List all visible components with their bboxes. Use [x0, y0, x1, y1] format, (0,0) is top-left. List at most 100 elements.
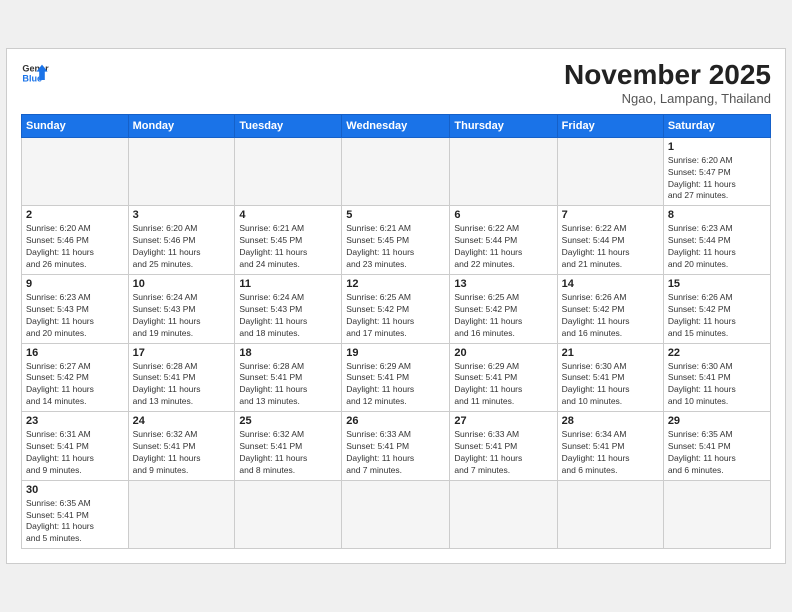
- day-info-2: Sunrise: 6:20 AM Sunset: 5:46 PM Dayligh…: [26, 223, 124, 271]
- calendar-cell-4: [450, 137, 557, 206]
- header: General Blue November 2025 Ngao, Lampang…: [21, 59, 771, 106]
- day-info-6: Sunrise: 6:22 AM Sunset: 5:44 PM Dayligh…: [454, 223, 552, 271]
- calendar-cell-10: 5Sunrise: 6:21 AM Sunset: 5:45 PM Daylig…: [342, 206, 450, 275]
- month-title: November 2025: [564, 59, 771, 91]
- day-number-24: 24: [133, 415, 231, 427]
- calendar-cell-11: 6 Sunrise: 6:22 AM Sunset: 5:44 PM Daylig…: [450, 206, 557, 275]
- day-number-16: 16: [26, 347, 124, 359]
- day-info-16: Sunrise: 6:27 AM Sunset: 5:42 PM Dayligh…: [26, 361, 124, 409]
- calendar-cell-12: 7Sunrise: 6:22 AM Sunset: 5:44 PM Daylig…: [557, 206, 663, 275]
- calendar-row-4: 16 Sunrise: 6:27 AM Sunset: 5:42 PM Dayli…: [22, 343, 771, 412]
- day-info-19: Sunrise: 6:29 AM Sunset: 5:41 PM Dayligh…: [346, 361, 445, 409]
- svg-text:Blue: Blue: [22, 73, 42, 83]
- day-info-30: Sunrise: 6:35 AM Sunset: 5:41 PM Dayligh…: [26, 498, 124, 546]
- day-info-20: Sunrise: 6:29 AM Sunset: 5:41 PM Dayligh…: [454, 361, 552, 409]
- calendar-row-1: 1 Sunrise: 6:20 AM Sunset: 5:47 PM Daylig…: [22, 137, 771, 206]
- calendar-cell-9: 4 Sunrise: 6:21 AM Sunset: 5:45 PM Daylig…: [235, 206, 342, 275]
- calendar-cell-22: 17Sunrise: 6:28 AM Sunset: 5:41 PM Dayli…: [128, 343, 235, 412]
- calendar-cell-33: 28 Sunrise: 6:34 AM Sunset: 5:41 PM Dayli…: [557, 412, 663, 481]
- weekday-header-wednesday: Wednesday: [342, 114, 450, 137]
- weekday-header-monday: Monday: [128, 114, 235, 137]
- calendar-cell-15: 10 Sunrise: 6:24 AM Sunset: 5:43 PM Dayli…: [128, 274, 235, 343]
- calendar-cell-37: [235, 480, 342, 549]
- calendar-cell-41: [663, 480, 770, 549]
- calendar-table: SundayMondayTuesdayWednesdayThursdayFrid…: [21, 114, 771, 549]
- day-number-23: 23: [26, 415, 124, 427]
- calendar-cell-19: 14Sunrise: 6:26 AM Sunset: 5:42 PM Dayli…: [557, 274, 663, 343]
- calendar-cell-16: 11Sunrise: 6:24 AM Sunset: 5:43 PM Dayli…: [235, 274, 342, 343]
- weekday-header-sunday: Sunday: [22, 114, 129, 137]
- calendar-cell-17: 12 Sunrise: 6:25 AM Sunset: 5:42 PM Dayli…: [342, 274, 450, 343]
- location: Ngao, Lampang, Thailand: [564, 91, 771, 106]
- day-number-2: 2: [26, 209, 124, 221]
- day-number-8: 8: [668, 209, 766, 221]
- day-number-28: 28: [562, 415, 659, 427]
- calendar-cell-39: [450, 480, 557, 549]
- day-info-8: Sunrise: 6:23 AM Sunset: 5:44 PM Dayligh…: [668, 223, 766, 271]
- day-info-25: Sunrise: 6:32 AM Sunset: 5:41 PM Dayligh…: [239, 429, 337, 477]
- weekday-header-friday: Friday: [557, 114, 663, 137]
- day-number-15: 15: [668, 278, 766, 290]
- day-info-15: Sunrise: 6:26 AM Sunset: 5:42 PM Dayligh…: [668, 292, 766, 340]
- day-number-6: 6: [454, 209, 552, 221]
- calendar-cell-14: 9Sunrise: 6:23 AM Sunset: 5:43 PM Daylig…: [22, 274, 129, 343]
- day-number-26: 26: [346, 415, 445, 427]
- logo-icon: General Blue: [21, 59, 49, 87]
- calendar-cell-25: 20 Sunrise: 6:29 AM Sunset: 5:41 PM Dayli…: [450, 343, 557, 412]
- calendar-cell-5: [557, 137, 663, 206]
- day-info-21: Sunrise: 6:30 AM Sunset: 5:41 PM Dayligh…: [562, 361, 659, 409]
- day-info-23: Sunrise: 6:31 AM Sunset: 5:41 PM Dayligh…: [26, 429, 124, 477]
- day-number-29: 29: [668, 415, 766, 427]
- day-info-28: Sunrise: 6:34 AM Sunset: 5:41 PM Dayligh…: [562, 429, 659, 477]
- day-number-18: 18: [239, 347, 337, 359]
- day-number-19: 19: [346, 347, 445, 359]
- day-number-10: 10: [133, 278, 231, 290]
- calendar-cell-31: 26 Sunrise: 6:33 AM Sunset: 5:41 PM Dayli…: [342, 412, 450, 481]
- calendar-row-2: 2 Sunrise: 6:20 AM Sunset: 5:46 PM Daylig…: [22, 206, 771, 275]
- day-number-4: 4: [239, 209, 337, 221]
- calendar-cell-2: [235, 137, 342, 206]
- calendar-cell-1: [128, 137, 235, 206]
- day-info-4: Sunrise: 6:21 AM Sunset: 5:45 PM Dayligh…: [239, 223, 337, 271]
- calendar-cell-13: 8 Sunrise: 6:23 AM Sunset: 5:44 PM Daylig…: [663, 206, 770, 275]
- day-number-12: 12: [346, 278, 445, 290]
- day-number-20: 20: [454, 347, 552, 359]
- calendar-row-3: 9Sunrise: 6:23 AM Sunset: 5:43 PM Daylig…: [22, 274, 771, 343]
- day-number-25: 25: [239, 415, 337, 427]
- day-number-14: 14: [562, 278, 659, 290]
- calendar-cell-40: [557, 480, 663, 549]
- day-number-22: 22: [668, 347, 766, 359]
- day-number-11: 11: [239, 278, 337, 290]
- calendar-cell-26: 21Sunrise: 6:30 AM Sunset: 5:41 PM Dayli…: [557, 343, 663, 412]
- day-number-1: 1: [668, 141, 766, 153]
- calendar-cell-32: 27 Sunrise: 6:33 AM Sunset: 5:41 PM Dayli…: [450, 412, 557, 481]
- weekday-header-thursday: Thursday: [450, 114, 557, 137]
- calendar-row-5: 23 Sunrise: 6:31 AM Sunset: 5:41 PM Dayli…: [22, 412, 771, 481]
- day-info-12: Sunrise: 6:25 AM Sunset: 5:42 PM Dayligh…: [346, 292, 445, 340]
- day-info-29: Sunrise: 6:35 AM Sunset: 5:41 PM Dayligh…: [668, 429, 766, 477]
- day-info-27: Sunrise: 6:33 AM Sunset: 5:41 PM Dayligh…: [454, 429, 552, 477]
- day-info-7: Sunrise: 6:22 AM Sunset: 5:44 PM Dayligh…: [562, 223, 659, 271]
- day-info-10: Sunrise: 6:24 AM Sunset: 5:43 PM Dayligh…: [133, 292, 231, 340]
- day-info-5: Sunrise: 6:21 AM Sunset: 5:45 PM Dayligh…: [346, 223, 445, 271]
- weekday-header-row: SundayMondayTuesdayWednesdayThursdayFrid…: [22, 114, 771, 137]
- calendar-cell-23: 18 Sunrise: 6:28 AM Sunset: 5:41 PM Dayli…: [235, 343, 342, 412]
- day-info-3: Sunrise: 6:20 AM Sunset: 5:46 PM Dayligh…: [133, 223, 231, 271]
- day-info-26: Sunrise: 6:33 AM Sunset: 5:41 PM Dayligh…: [346, 429, 445, 477]
- calendar-cell-7: 2 Sunrise: 6:20 AM Sunset: 5:46 PM Daylig…: [22, 206, 129, 275]
- calendar-cell-20: 15 Sunrise: 6:26 AM Sunset: 5:42 PM Dayli…: [663, 274, 770, 343]
- calendar-container: General Blue November 2025 Ngao, Lampang…: [6, 48, 786, 564]
- day-info-18: Sunrise: 6:28 AM Sunset: 5:41 PM Dayligh…: [239, 361, 337, 409]
- day-info-22: Sunrise: 6:30 AM Sunset: 5:41 PM Dayligh…: [668, 361, 766, 409]
- calendar-cell-28: 23 Sunrise: 6:31 AM Sunset: 5:41 PM Dayli…: [22, 412, 129, 481]
- day-number-9: 9: [26, 278, 124, 290]
- calendar-cell-38: [342, 480, 450, 549]
- calendar-cell-6: 1 Sunrise: 6:20 AM Sunset: 5:47 PM Daylig…: [663, 137, 770, 206]
- calendar-cell-29: 24Sunrise: 6:32 AM Sunset: 5:41 PM Dayli…: [128, 412, 235, 481]
- day-info-13: Sunrise: 6:25 AM Sunset: 5:42 PM Dayligh…: [454, 292, 552, 340]
- day-info-17: Sunrise: 6:28 AM Sunset: 5:41 PM Dayligh…: [133, 361, 231, 409]
- day-number-27: 27: [454, 415, 552, 427]
- day-number-30: 30: [26, 484, 124, 496]
- title-section: November 2025 Ngao, Lampang, Thailand: [564, 59, 771, 106]
- day-info-1: Sunrise: 6:20 AM Sunset: 5:47 PM Dayligh…: [668, 155, 766, 203]
